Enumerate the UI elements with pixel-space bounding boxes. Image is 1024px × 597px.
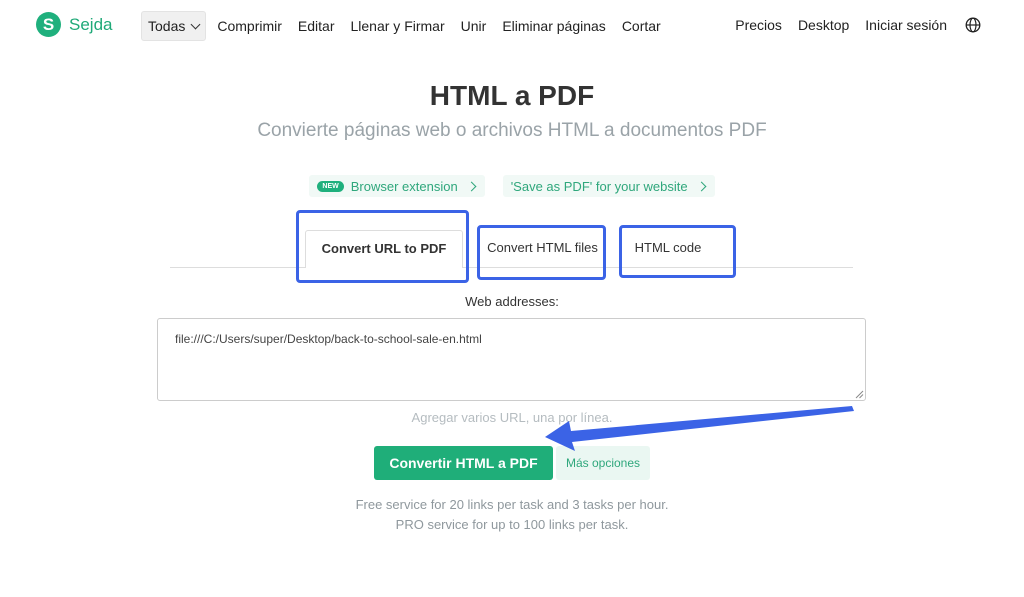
globe-icon[interactable] (965, 17, 981, 33)
tab-convert-html-files[interactable]: Convert HTML files (480, 236, 605, 260)
nav-item-iniciar-sesion[interactable]: Iniciar sesión (857, 11, 955, 39)
web-addresses-label: Web addresses: (465, 294, 559, 309)
pro-service-info: PRO service for up to 100 links per task… (395, 517, 629, 532)
nav-item-comprimir[interactable]: Comprimir (209, 12, 290, 40)
nav-item-cortar[interactable]: Cortar (614, 12, 669, 40)
tab-html-code[interactable]: HTML code (622, 236, 714, 260)
nav-item-unir[interactable]: Unir (453, 12, 495, 40)
new-badge: NEW (317, 180, 344, 192)
page-title: HTML a PDF (429, 80, 595, 111)
logo-text: Sejda (69, 14, 113, 34)
chevron-right-icon (466, 181, 477, 191)
browser-extension-label: Browser extension (350, 178, 458, 194)
nav-item-label: Todas (148, 18, 186, 34)
save-as-pdf-link[interactable]: 'Save as PDF' for your website (502, 175, 715, 197)
sejda-logo[interactable]: S Sejda (36, 12, 112, 37)
page-subtitle: Convierte páginas web o archivos HTML a … (257, 120, 767, 141)
convert-button[interactable]: Convertir HTML a PDF (374, 446, 553, 480)
tab-divider (170, 267, 853, 268)
chevron-down-icon (190, 19, 201, 29)
save-as-pdf-label: 'Save as PDF' for your website (510, 178, 688, 194)
url-input[interactable]: file:///C:/Users/super/Desktop/back-to-s… (157, 318, 866, 401)
logo-mark-icon: S (36, 12, 61, 37)
tab-convert-url[interactable]: Convert URL to PDF (305, 230, 463, 268)
chevron-right-icon (696, 181, 707, 191)
more-options-button[interactable]: Más opciones (556, 446, 650, 480)
free-service-info: Free service for 20 links per task and 3… (355, 497, 669, 512)
nav-item-desktop[interactable]: Desktop (790, 11, 857, 39)
nav-item-todas[interactable]: Todas (141, 11, 207, 41)
nav-item-eliminar-paginas[interactable]: Eliminar páginas (494, 12, 614, 40)
top-navbar: S Sejda Todas Comprimir Editar Llenar y … (0, 0, 1024, 48)
nav-links: Todas Comprimir Editar Llenar y Firmar U… (141, 11, 669, 41)
url-hint: Agregar varios URL, una por línea. (411, 410, 613, 425)
browser-extension-link[interactable]: NEW Browser extension (309, 175, 485, 197)
nav-item-editar[interactable]: Editar (290, 12, 343, 40)
nav-right: Precios Desktop Iniciar sesión (727, 11, 981, 39)
promo-links: NEW Browser extension 'Save as PDF' for … (0, 175, 1024, 197)
nav-item-llenar-firmar[interactable]: Llenar y Firmar (343, 12, 453, 40)
resize-handle-icon[interactable] (855, 390, 864, 399)
nav-item-precios[interactable]: Precios (727, 11, 790, 39)
